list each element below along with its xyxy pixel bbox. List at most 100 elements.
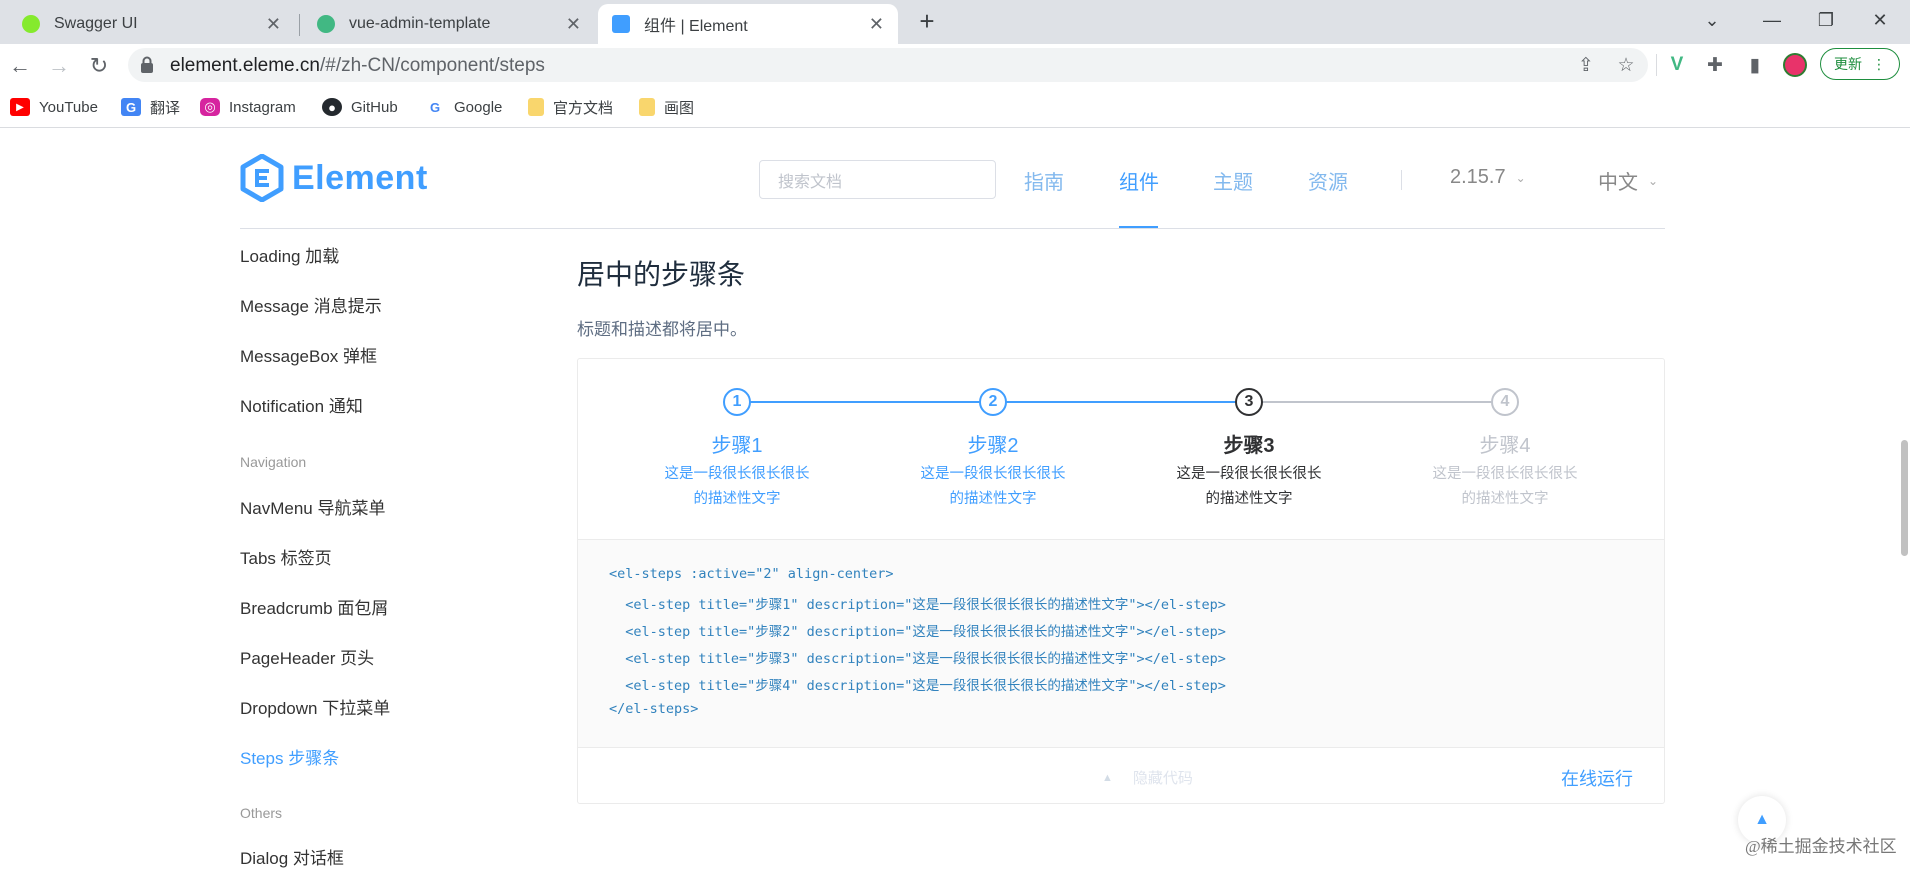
more-menu-icon: ⋮: [1872, 55, 1886, 72]
bookmark-google[interactable]: G Google: [425, 95, 502, 119]
step-3-desc-line1: 这是一段很长很长很长: [1176, 466, 1322, 482]
bookmark-translate[interactable]: G 翻译: [121, 95, 180, 119]
code-line: </el-steps>: [609, 701, 699, 717]
step-3-title: 步骤3: [1223, 435, 1275, 457]
tab-search-icon[interactable]: ⌄: [1682, 0, 1742, 40]
step-2-description: 这是一段很长很长很长 的描述性文字: [903, 462, 1083, 512]
nav-guide[interactable]: 指南: [1024, 166, 1064, 195]
youtube-icon: ▶: [10, 98, 30, 116]
minimize-icon[interactable]: —: [1742, 0, 1802, 40]
toolbar-divider: [1656, 54, 1657, 76]
code-line: <el-step title="步骤2" description="这是一段很长…: [609, 624, 1226, 640]
tab-element[interactable]: 组件 | Element ✕: [598, 4, 898, 44]
tab-swagger[interactable]: Swagger UI ✕: [8, 4, 295, 44]
bookmark-star-icon[interactable]: ☆: [1611, 50, 1641, 80]
tab-divider: [299, 14, 300, 36]
header-divider: [240, 228, 1665, 229]
nav-theme[interactable]: 主题: [1213, 166, 1253, 195]
close-tab-icon[interactable]: ✕: [266, 14, 281, 35]
sidebar-item-navmenu[interactable]: NavMenu 导航菜单: [240, 494, 385, 519]
step-2-icon: 2: [979, 388, 1007, 416]
code-line: <el-step title="步骤4" description="这是一段很长…: [609, 678, 1226, 694]
bookmark-label: Instagram: [229, 98, 296, 116]
share-icon[interactable]: ⇪: [1571, 50, 1601, 80]
sidebar-item-tabs[interactable]: Tabs 标签页: [240, 544, 332, 569]
url-text: element.eleme.cn/#/zh-CN/component/steps: [170, 55, 545, 77]
section-description: 标题和描述都将居中。: [577, 320, 747, 339]
sidebar-group-others: Others: [240, 805, 283, 821]
sidebar-item-message[interactable]: Message 消息提示: [240, 292, 382, 317]
nav-component[interactable]: 组件: [1119, 166, 1159, 195]
folder-icon: [639, 98, 655, 116]
bookmark-label: 翻译: [150, 99, 181, 117]
reload-icon[interactable]: ↻: [83, 50, 115, 82]
code-line: <el-step title="步骤1" description="这是一段很长…: [609, 597, 1226, 613]
bookmark-youtube[interactable]: ▶ YouTube: [10, 95, 98, 119]
sidebar-item-loading[interactable]: Loading 加载: [240, 242, 339, 267]
doc-search-input[interactable]: 搜索文档: [759, 160, 996, 199]
sidebar-item-breadcrumb[interactable]: Breadcrumb 面包屑: [240, 594, 388, 619]
language-dropdown[interactable]: 中文 ⌄: [1598, 166, 1658, 195]
hide-code-button[interactable]: ▲ 隐藏代码: [1102, 767, 1193, 788]
bookmark-instagram[interactable]: ◎ Instagram: [200, 95, 296, 119]
sidebar-group-navigation: Navigation: [240, 454, 307, 470]
swagger-favicon-icon: [22, 15, 40, 33]
google-icon: G: [425, 98, 445, 116]
element-logo[interactable]: Element: [240, 154, 428, 202]
bookmark-folder-docs[interactable]: 官方文档: [528, 95, 613, 119]
tab-vue-admin[interactable]: vue-admin-template ✕: [303, 4, 595, 44]
run-online-button[interactable]: 在线运行: [1561, 765, 1633, 791]
restore-icon[interactable]: ❐: [1796, 0, 1856, 40]
language-label: 中文: [1598, 172, 1638, 194]
nav-resource[interactable]: 资源: [1308, 166, 1348, 195]
sidebar-item-messagebox[interactable]: MessageBox 弹框: [240, 342, 377, 367]
close-tab-icon[interactable]: ✕: [566, 14, 581, 35]
translate-icon: G: [121, 98, 141, 116]
close-window-icon[interactable]: ✕: [1850, 0, 1910, 40]
step-line-2: [1006, 401, 1249, 403]
bookmark-label: YouTube: [39, 98, 98, 116]
bookmark-label: GitHub: [351, 98, 398, 116]
step-2-desc-line2: 的描述性文字: [949, 491, 1037, 507]
folder-icon: [528, 98, 544, 116]
element-favicon-icon: [612, 15, 630, 33]
extensions-icon[interactable]: ✚: [1700, 50, 1730, 80]
update-label: 更新: [1834, 56, 1862, 72]
update-button[interactable]: 更新 ⋮: [1820, 48, 1900, 80]
sidebar-item-dialog[interactable]: Dialog 对话框: [240, 844, 344, 869]
tab-title: 组件 | Element: [644, 18, 748, 35]
new-tab-button[interactable]: +: [912, 6, 942, 36]
step-2-title: 步骤2: [967, 435, 1019, 457]
chevron-down-icon: ⌄: [1648, 173, 1659, 188]
watermark: @稀土掘金技术社区: [1745, 837, 1897, 856]
vue-devtools-icon[interactable]: V: [1662, 50, 1692, 80]
profile-avatar[interactable]: [1783, 53, 1807, 77]
code-line: <el-steps :active="2" align-center>: [609, 566, 894, 582]
close-tab-icon[interactable]: ✕: [869, 14, 884, 35]
tab-title: vue-admin-template: [349, 15, 491, 32]
chevron-down-icon: ⌄: [1515, 170, 1526, 185]
lock-icon[interactable]: [140, 56, 154, 74]
sidebar-item-dropdown[interactable]: Dropdown 下拉菜单: [240, 694, 390, 719]
nav-divider: [1401, 170, 1402, 190]
caret-up-icon: ▲: [1754, 811, 1770, 828]
bookmark-github[interactable]: ● GitHub: [322, 95, 398, 119]
step-3-desc-line2: 的描述性文字: [1205, 491, 1293, 507]
step-1-desc-line2: 的描述性文字: [693, 491, 781, 507]
bookmark-folder-draw[interactable]: 画图: [639, 95, 694, 119]
side-panel-icon[interactable]: ▮: [1740, 50, 1770, 80]
url-host: element.eleme.cn: [170, 55, 320, 76]
step-line-1: [750, 401, 993, 403]
step-1-title: 步骤1: [711, 435, 763, 457]
back-icon[interactable]: ←: [4, 50, 36, 82]
sidebar-item-steps[interactable]: Steps 步骤条: [240, 744, 339, 769]
forward-icon[interactable]: →: [43, 50, 75, 82]
instagram-icon: ◎: [200, 98, 220, 116]
version-dropdown[interactable]: 2.15.7 ⌄: [1450, 166, 1526, 189]
step-4-description: 这是一段很长很长很长 的描述性文字: [1415, 462, 1595, 512]
step-line-3: [1262, 401, 1505, 403]
tab-title: Swagger UI: [54, 15, 138, 32]
sidebar-item-pageheader[interactable]: PageHeader 页头: [240, 644, 374, 669]
page-scrollbar[interactable]: [1901, 440, 1908, 556]
sidebar-item-notification[interactable]: Notification 通知: [240, 392, 363, 417]
